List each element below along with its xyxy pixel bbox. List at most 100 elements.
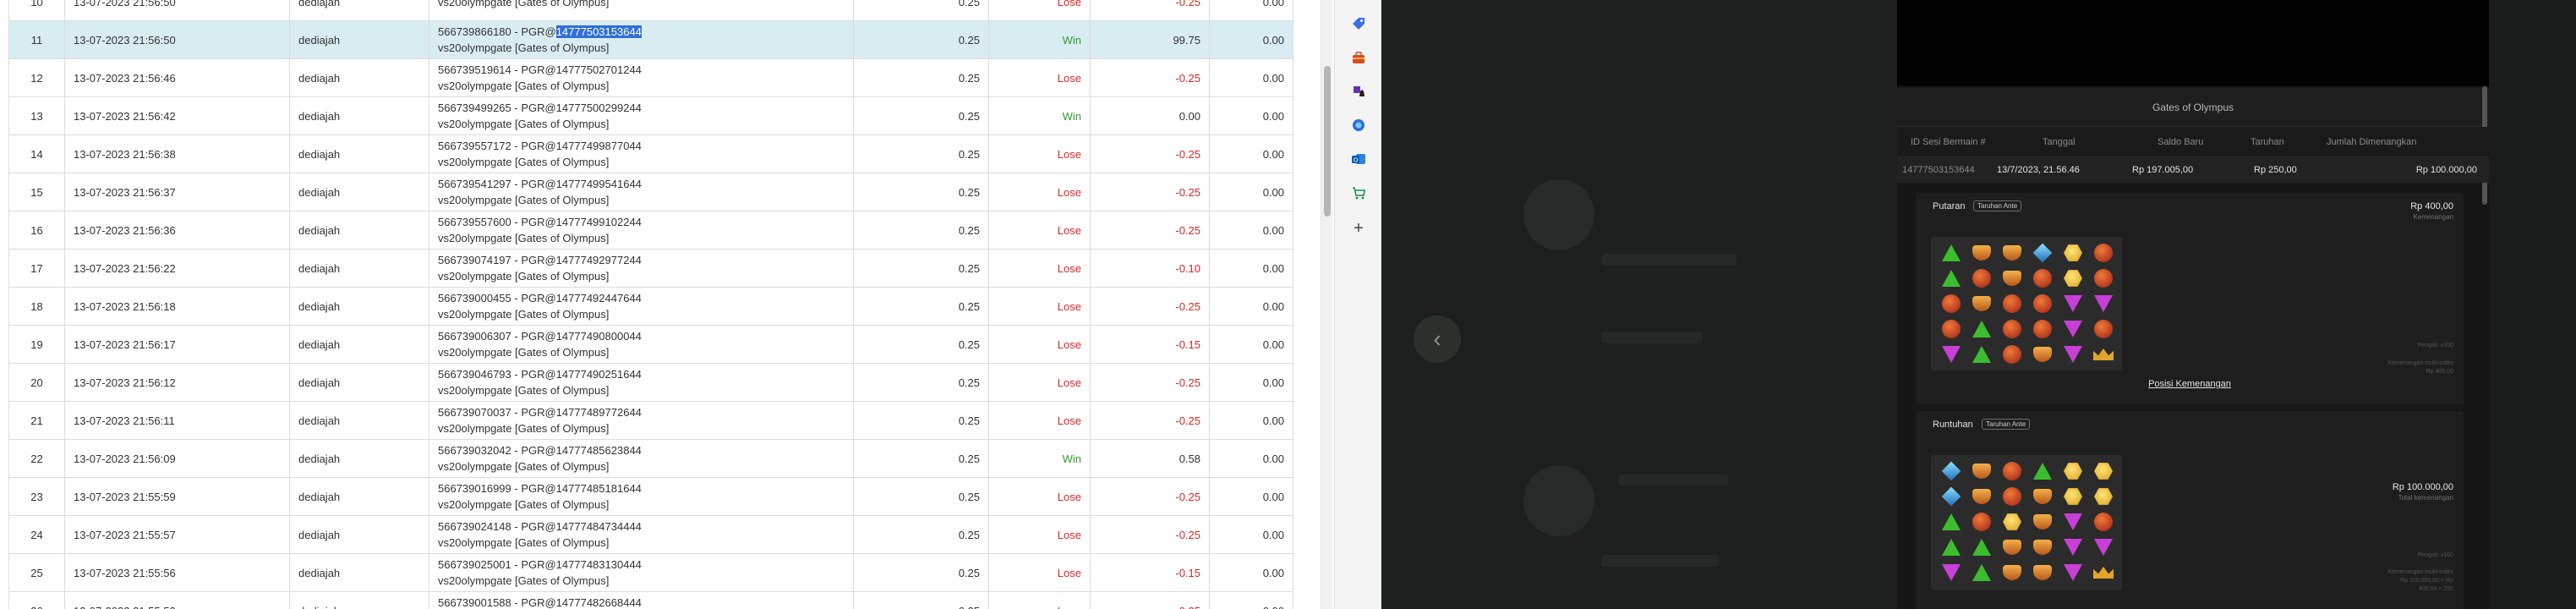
chess-icon[interactable] xyxy=(1348,81,1369,102)
row-bet: 0.25 xyxy=(853,173,989,211)
hex-gem-icon xyxy=(2064,488,2082,505)
symbol-cell xyxy=(2088,291,2119,316)
row-bet: 0.25 xyxy=(853,553,989,592)
history-row[interactable]: 14777503153644 13/7/2023, 21.56.46 Rp 19… xyxy=(1897,157,2489,183)
hex-gem-icon xyxy=(2094,488,2113,505)
row-time: 13-07-2023 21:56:12 xyxy=(64,363,290,402)
spin-section: Putaran Taruhan Ante Rp 400,00 Kemenanga… xyxy=(1916,193,2464,404)
table-row[interactable]: 20 13-07-2023 21:56:12 dediajah 56673904679… xyxy=(8,363,1293,402)
round-id[interactable]: 566739046793 - PGR@14777490251644 xyxy=(438,366,845,382)
round-id[interactable]: 566739557172 - PGR@14777499877044 xyxy=(438,138,845,154)
crown-gem-icon xyxy=(2093,348,2114,360)
symbol-cell xyxy=(2088,509,2119,535)
circle-gem-icon xyxy=(2003,320,2021,338)
symbol-cell xyxy=(2088,560,2119,585)
table-row[interactable]: 14 13-07-2023 21:56:38 dediajah 56673955717… xyxy=(8,134,1293,173)
round-id-selection[interactable]: 14777503153644 xyxy=(555,25,642,38)
round-id[interactable]: 566739000455 - PGR@14777492447644 xyxy=(438,290,845,306)
row-win-loss: -0.25 xyxy=(1090,0,1210,21)
table-row[interactable]: 2613-07-2023 21:55:52dediajah56673900158… xyxy=(8,591,1293,609)
row-username: dediajah xyxy=(289,287,429,326)
row-round-info: vs20olympgate [Gates of Olympus] xyxy=(429,0,854,21)
table-row[interactable]: 22 13-07-2023 21:56:09 dediajah 56673903204… xyxy=(8,439,1293,478)
table-scrollbar-thumb[interactable] xyxy=(1324,66,1331,217)
row-round-info: 566739006307 - PGR@14777490800044 vs20oly… xyxy=(429,325,854,364)
tri-down-gem-icon xyxy=(2064,346,2082,363)
winning-positions-link[interactable]: Posisi Kemenangan xyxy=(1916,379,2464,389)
round-id[interactable]: 566739499265 - PGR@14777500299244 xyxy=(438,100,845,116)
symbol-cell xyxy=(1966,560,1997,585)
game-name: vs20olympgate [Gates of Olympus] xyxy=(438,498,610,511)
outlook-icon[interactable]: O xyxy=(1348,149,1369,169)
row-round-info: 566739541297 - PGR@14777499541644 vs20oly… xyxy=(429,173,854,211)
round-id[interactable]: 566739024148 - PGR@14777484734444 xyxy=(438,518,845,535)
game-name: vs20olympgate [Gates of Olympus] xyxy=(438,194,610,206)
round-id[interactable]: 566739032042 - PGR@14777485623844 xyxy=(438,442,845,458)
symbol-cell xyxy=(1997,291,2027,316)
game-name: vs20olympgate [Gates of Olympus] xyxy=(438,0,610,8)
background-bar xyxy=(1601,254,1736,266)
tri-gem-icon xyxy=(1942,270,1961,287)
table-row[interactable]: 24 13-07-2023 21:55:57 dediajah 56673902414… xyxy=(8,515,1293,554)
tri-gem-icon xyxy=(1942,244,1961,261)
round-id[interactable]: 566739074197 - PGR@14777492977244 xyxy=(438,252,845,268)
row-number: 11 xyxy=(8,20,65,59)
row-username: dediajah xyxy=(289,439,429,478)
round-id[interactable]: 566739541297 - PGR@14777499541644 xyxy=(438,176,845,192)
shopping-cart-icon[interactable] xyxy=(1348,183,1369,203)
game-right-panel xyxy=(2489,0,2576,609)
spin-win-note: Kemenangan multi-index xyxy=(2387,360,2453,366)
table-row[interactable]: 15 13-07-2023 21:56:37 dediajah 56673954129… xyxy=(8,173,1293,211)
tri-down-gem-icon xyxy=(2064,564,2082,581)
symbol-cell xyxy=(1997,484,2027,509)
toolbox-icon[interactable] xyxy=(1348,47,1369,68)
row-balance: 0.00 xyxy=(1209,211,1293,250)
round-id-text: 566739557172 - PGR@14777499877044 xyxy=(438,140,642,152)
round-id[interactable]: 566739557600 - PGR@14777499102244 xyxy=(438,214,845,230)
header-date: Tanggal xyxy=(2043,137,2076,147)
table-row[interactable]: 17 13-07-2023 21:56:22 dediajah 56673907419… xyxy=(8,249,1293,288)
row-time: 13-07-2023 21:55:52 xyxy=(64,591,290,609)
row-win-loss: -0.15 xyxy=(1090,553,1210,592)
hex-gem-icon xyxy=(2064,463,2082,480)
round-id[interactable]: 566739866180 - PGR@14777503153644 xyxy=(438,24,845,40)
table-row[interactable]: 18 13-07-2023 21:56:18 dediajah 56673900045… xyxy=(8,287,1293,326)
table-row[interactable]: 10 13-07-2023 21:56:50 dediajah vs20olympga… xyxy=(8,0,1293,21)
row-win-loss: -0.25 xyxy=(1090,173,1210,211)
row-result: Lose xyxy=(988,401,1091,440)
row-balance: 0.00 xyxy=(1209,134,1293,173)
symbol-cell xyxy=(1997,342,2027,367)
header-bet: Taruhan xyxy=(2251,137,2284,147)
round-id[interactable]: 566739016999 - PGR@14777485181644 xyxy=(438,480,845,497)
plus-icon[interactable]: + xyxy=(1348,218,1369,239)
table-row[interactable]: 12 13-07-2023 21:56:46 dediajah 56673951961… xyxy=(8,58,1293,97)
copilot-icon[interactable] xyxy=(1348,115,1369,135)
row-result: Lose xyxy=(988,249,1091,288)
table-row[interactable]: 23 13-07-2023 21:55:59 dediajah 56673901699… xyxy=(8,477,1293,516)
round-id[interactable]: 566739006307 - PGR@14777490800044 xyxy=(438,328,845,344)
round-id-text: 566739025001 - PGR@14777483130444 xyxy=(438,558,642,571)
round-id-text: 566739001588 - PGR@14777482668444 xyxy=(438,596,642,609)
back-arrow-button[interactable]: ‹ xyxy=(1414,315,1461,363)
round-id[interactable]: 566739070037 - PGR@14777489772644 xyxy=(438,404,845,420)
table-row[interactable]: 21 13-07-2023 21:56:11 dediajah 56673907003… xyxy=(8,401,1293,440)
row-result: Lose xyxy=(988,173,1091,211)
table-row[interactable]: 19 13-07-2023 21:56:17 dediajah 56673900630… xyxy=(8,325,1293,364)
row-time: 13-07-2023 21:56:22 xyxy=(64,249,290,288)
table-row[interactable]: 25 13-07-2023 21:55:56 dediajah 56673902500… xyxy=(8,553,1293,592)
round-id[interactable]: 566739001588 - PGR@14777482668444 xyxy=(438,595,845,609)
tri-gem-icon xyxy=(1972,539,1991,556)
tumble-ante-tag: Taruhan Ante xyxy=(1982,419,2031,430)
round-id[interactable]: 566739025001 - PGR@14777483130444 xyxy=(438,557,845,573)
table-scrollbar[interactable] xyxy=(1321,0,1332,609)
tag-icon[interactable] xyxy=(1348,14,1369,34)
table-row[interactable]: 16 13-07-2023 21:56:36 dediajah 56673955760… xyxy=(8,211,1293,250)
symbol-cell xyxy=(2088,240,2119,266)
round-id[interactable]: 566739519614 - PGR@14777502701244 xyxy=(438,62,845,78)
row-username: dediajah xyxy=(289,173,429,211)
table-row[interactable]: 11 13-07-2023 21:56:50 dediajah 56673986618… xyxy=(8,20,1293,59)
row-win-loss: -0.25 xyxy=(1090,477,1210,516)
symbol-cell xyxy=(2058,484,2088,509)
tumble-total-label: Total kemenangan xyxy=(2398,494,2453,502)
table-row[interactable]: 13 13-07-2023 21:56:42 dediajah 56673949926… xyxy=(8,96,1293,135)
